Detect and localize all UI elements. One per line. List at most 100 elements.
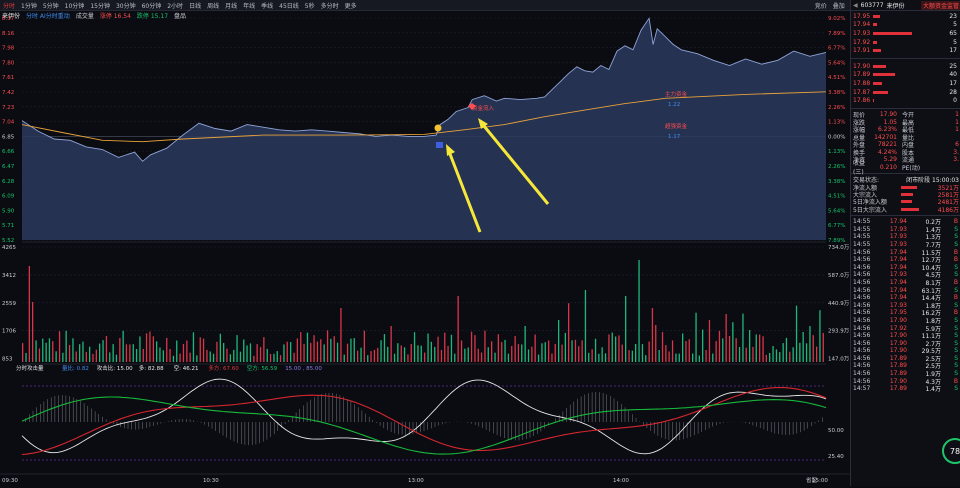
- quote-value: 5.29: [883, 156, 897, 164]
- volume-bar: [678, 353, 680, 362]
- volume-bar: [206, 349, 208, 362]
- order-price: 17.95: [853, 12, 871, 20]
- tick-price: 17.90: [889, 347, 907, 355]
- tab-timeframe[interactable]: 日线: [186, 1, 204, 10]
- volume-bar: [578, 346, 580, 362]
- volume-bar: [393, 353, 396, 362]
- chart-legend: 来伊份 分时 AI分时重动 成交量 涨停 16.54 跌停 15.17 盘品: [2, 11, 186, 20]
- chevron-left-icon[interactable]: ◀: [853, 2, 858, 9]
- tick-direction: S: [954, 354, 958, 362]
- tick-price: 17.89: [889, 370, 907, 378]
- tab-timeframe[interactable]: 15分钟: [87, 1, 113, 10]
- tab-timeframe[interactable]: 多分时: [318, 1, 342, 10]
- flow-bar: [901, 185, 917, 189]
- volume-bar: [779, 352, 781, 362]
- volume-bar: [360, 347, 362, 362]
- volume-bar: [38, 348, 41, 362]
- tick-price: 17.89: [889, 354, 907, 362]
- tab-timeframe[interactable]: 分时: [0, 1, 18, 10]
- pct-axis-label: 4.51%: [828, 75, 845, 81]
- tick-list[interactable]: 14:55 17.94 0.2万 B 14:55 17.93 1.4万 S 14:55 17.93…: [851, 218, 960, 393]
- volume-bar: [219, 333, 221, 362]
- tick-direction: B: [953, 248, 958, 256]
- flow-label: 5日大宗流入: [853, 206, 887, 214]
- volume-bar: [316, 341, 319, 362]
- tab-timeframe[interactable]: 5分钟: [40, 1, 62, 10]
- tab-timeframe[interactable]: 1分钟: [18, 1, 40, 10]
- tab-timeframe[interactable]: 2小时: [164, 1, 186, 10]
- volume-bar: [55, 351, 57, 362]
- timeframe-tabs: 分时 1分钟 5分钟 10分钟 15分钟 30分钟 60分钟 2小时 日线 周线 月线 年线 季线 45日…: [0, 1, 360, 10]
- volume-bar: [802, 332, 804, 362]
- stock-tag[interactable]: 大额资金监管: [920, 0, 960, 10]
- price-axis-label: 5.71: [2, 223, 14, 229]
- volume-bar: [822, 332, 824, 362]
- order-price: 17.90: [853, 62, 871, 70]
- volume-bar: [85, 351, 87, 362]
- volume-bar: [480, 352, 483, 362]
- volume-bar: [239, 351, 242, 362]
- price-axis-label: 7.80: [2, 60, 15, 66]
- toolbar-button[interactable]: 叠加: [830, 1, 848, 10]
- volume-bar: [35, 340, 37, 362]
- volume-bar: [638, 260, 640, 362]
- volume-bar: [32, 302, 34, 362]
- tab-timeframe[interactable]: 10分钟: [62, 1, 88, 10]
- order-book-row: 17.88 17: [853, 79, 959, 88]
- volume-bar: [809, 326, 811, 362]
- volume-bar: [544, 342, 546, 362]
- legend-ai[interactable]: 分时 AI分时重动: [26, 11, 70, 20]
- volume-bar: [819, 310, 821, 362]
- volume-bar: [253, 355, 255, 362]
- tick-direction: S: [954, 362, 958, 370]
- tick-price: 17.93: [889, 240, 907, 248]
- price-axis-label: 6.47: [2, 164, 15, 170]
- tab-timeframe[interactable]: 月线: [222, 1, 240, 10]
- volume-bar: [668, 351, 670, 362]
- tick-direction: S: [954, 240, 958, 248]
- tab-timeframe[interactable]: 年线: [240, 1, 258, 10]
- volume-bar: [99, 343, 101, 362]
- tick-row: 14:57 17.89 1.4万 S: [851, 385, 960, 393]
- volume-bar: [293, 352, 295, 362]
- tick-row: 14:56 17.90 29.5万 S: [851, 347, 960, 355]
- tab-timeframe[interactable]: 季线: [258, 1, 276, 10]
- volume-bar: [82, 341, 84, 362]
- volume-bar: [608, 334, 610, 362]
- tick-time: 14:56: [853, 301, 871, 309]
- order-book-row: 17.94 5: [853, 21, 959, 30]
- tab-timeframe[interactable]: 60分钟: [139, 1, 165, 10]
- volume-axis-label: 734.0万: [828, 244, 850, 251]
- tab-timeframe[interactable]: 30分钟: [113, 1, 139, 10]
- order-volume: 5: [953, 21, 957, 29]
- volume-axis-label: 853: [2, 357, 13, 363]
- volume-bar: [223, 343, 225, 362]
- volume-bar: [745, 347, 747, 362]
- price-axis-label: 5.52: [2, 238, 14, 244]
- chart-area[interactable]: 8.37 8.16 7.98 7.80 7.61 7.42 7.23 7.04 6.85 6.66…: [0, 10, 850, 486]
- volume-bar: [166, 337, 168, 362]
- volume-bar: [658, 350, 660, 362]
- quote-table: 现价 17.90 今开 1 涨跌 1.05 最高 1 涨幅 6.23% 最低 1 总量 142701 量比外…: [851, 111, 960, 176]
- tick-row: 14:55 17.93 7.7万 S: [851, 241, 960, 249]
- tab-timeframe[interactable]: 更多: [342, 1, 360, 10]
- tab-timeframe[interactable]: 5秒: [302, 1, 318, 10]
- tick-row: 14:56 17.94 10.4万 S: [851, 263, 960, 272]
- tab-timeframe[interactable]: 周线: [204, 1, 222, 10]
- volume-bar: [434, 346, 436, 362]
- tab-timeframe[interactable]: 45日线: [276, 1, 302, 10]
- volume-bar: [410, 344, 412, 362]
- volume-bar: [28, 266, 30, 362]
- volume-bar: [621, 344, 623, 362]
- toolbar-button[interactable]: 竞价: [812, 1, 830, 10]
- tick-price: 17.89: [889, 362, 907, 370]
- intraday-chart[interactable]: 8.378.167.987.807.617.427.237.046.856.66…: [0, 10, 850, 486]
- volume-bar: [58, 331, 61, 362]
- volume-bar: [534, 334, 536, 362]
- quote-value: 142701: [874, 133, 897, 141]
- price-axis-label: 5.90: [2, 208, 15, 214]
- volume-bar: [507, 353, 510, 362]
- volume-bar: [738, 347, 741, 362]
- volume-bar: [403, 347, 406, 362]
- volume-bar: [561, 344, 563, 362]
